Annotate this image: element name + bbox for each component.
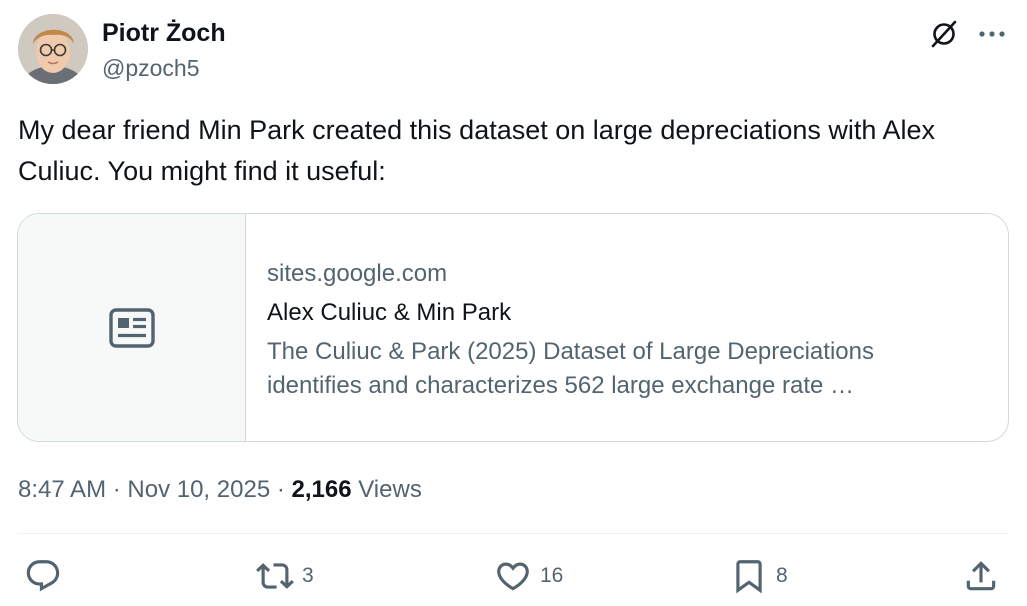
author-name[interactable]: Piotr Żoch	[102, 17, 226, 49]
author-handle[interactable]: @pzoch5	[102, 53, 200, 83]
retweet-count: 3	[302, 564, 314, 587]
card-description: The Culiuc & Park (2025) Dataset of Larg…	[267, 338, 874, 399]
reply-icon	[26, 560, 60, 592]
divider	[18, 533, 1008, 534]
share-button[interactable]	[962, 556, 1000, 596]
like-icon	[497, 562, 529, 591]
grok-icon	[931, 20, 957, 48]
more-icon	[979, 31, 1005, 37]
article-icon	[108, 307, 155, 348]
grok-button[interactable]	[926, 16, 962, 52]
views-count: 2,166	[291, 476, 352, 503]
bookmark-button[interactable]: 8	[730, 556, 788, 596]
retweet-icon	[256, 563, 294, 589]
like-count: 16	[540, 564, 564, 587]
like-button[interactable]: 16	[494, 556, 563, 596]
views-label: Views	[358, 476, 422, 503]
avatar-image	[18, 14, 88, 84]
tweet-meta: 8:47 AM · Nov 10, 2025 · 2,166 Views	[18, 474, 422, 506]
meta-separator: ·	[270, 476, 292, 503]
tweet-text: My dear friend Min Park created this dat…	[18, 115, 935, 186]
more-button[interactable]	[974, 16, 1010, 52]
bookmark-icon	[736, 560, 762, 594]
tweet-date[interactable]: Nov 10, 2025	[127, 476, 270, 503]
share-icon	[966, 561, 996, 591]
reply-button[interactable]	[24, 556, 70, 596]
tweet-time[interactable]: 8:47 AM	[18, 476, 106, 503]
card-domain: sites.google.com	[267, 260, 448, 287]
meta-separator: ·	[106, 476, 128, 503]
link-card[interactable]: sites.google.com Alex Culiuc & Min Park …	[17, 213, 1009, 442]
bookmark-count: 8	[776, 564, 788, 587]
retweet-button[interactable]: 3	[256, 556, 314, 596]
card-title: Alex Culiuc & Min Park	[267, 299, 512, 326]
avatar[interactable]	[18, 14, 88, 84]
card-thumbnail	[18, 214, 246, 441]
